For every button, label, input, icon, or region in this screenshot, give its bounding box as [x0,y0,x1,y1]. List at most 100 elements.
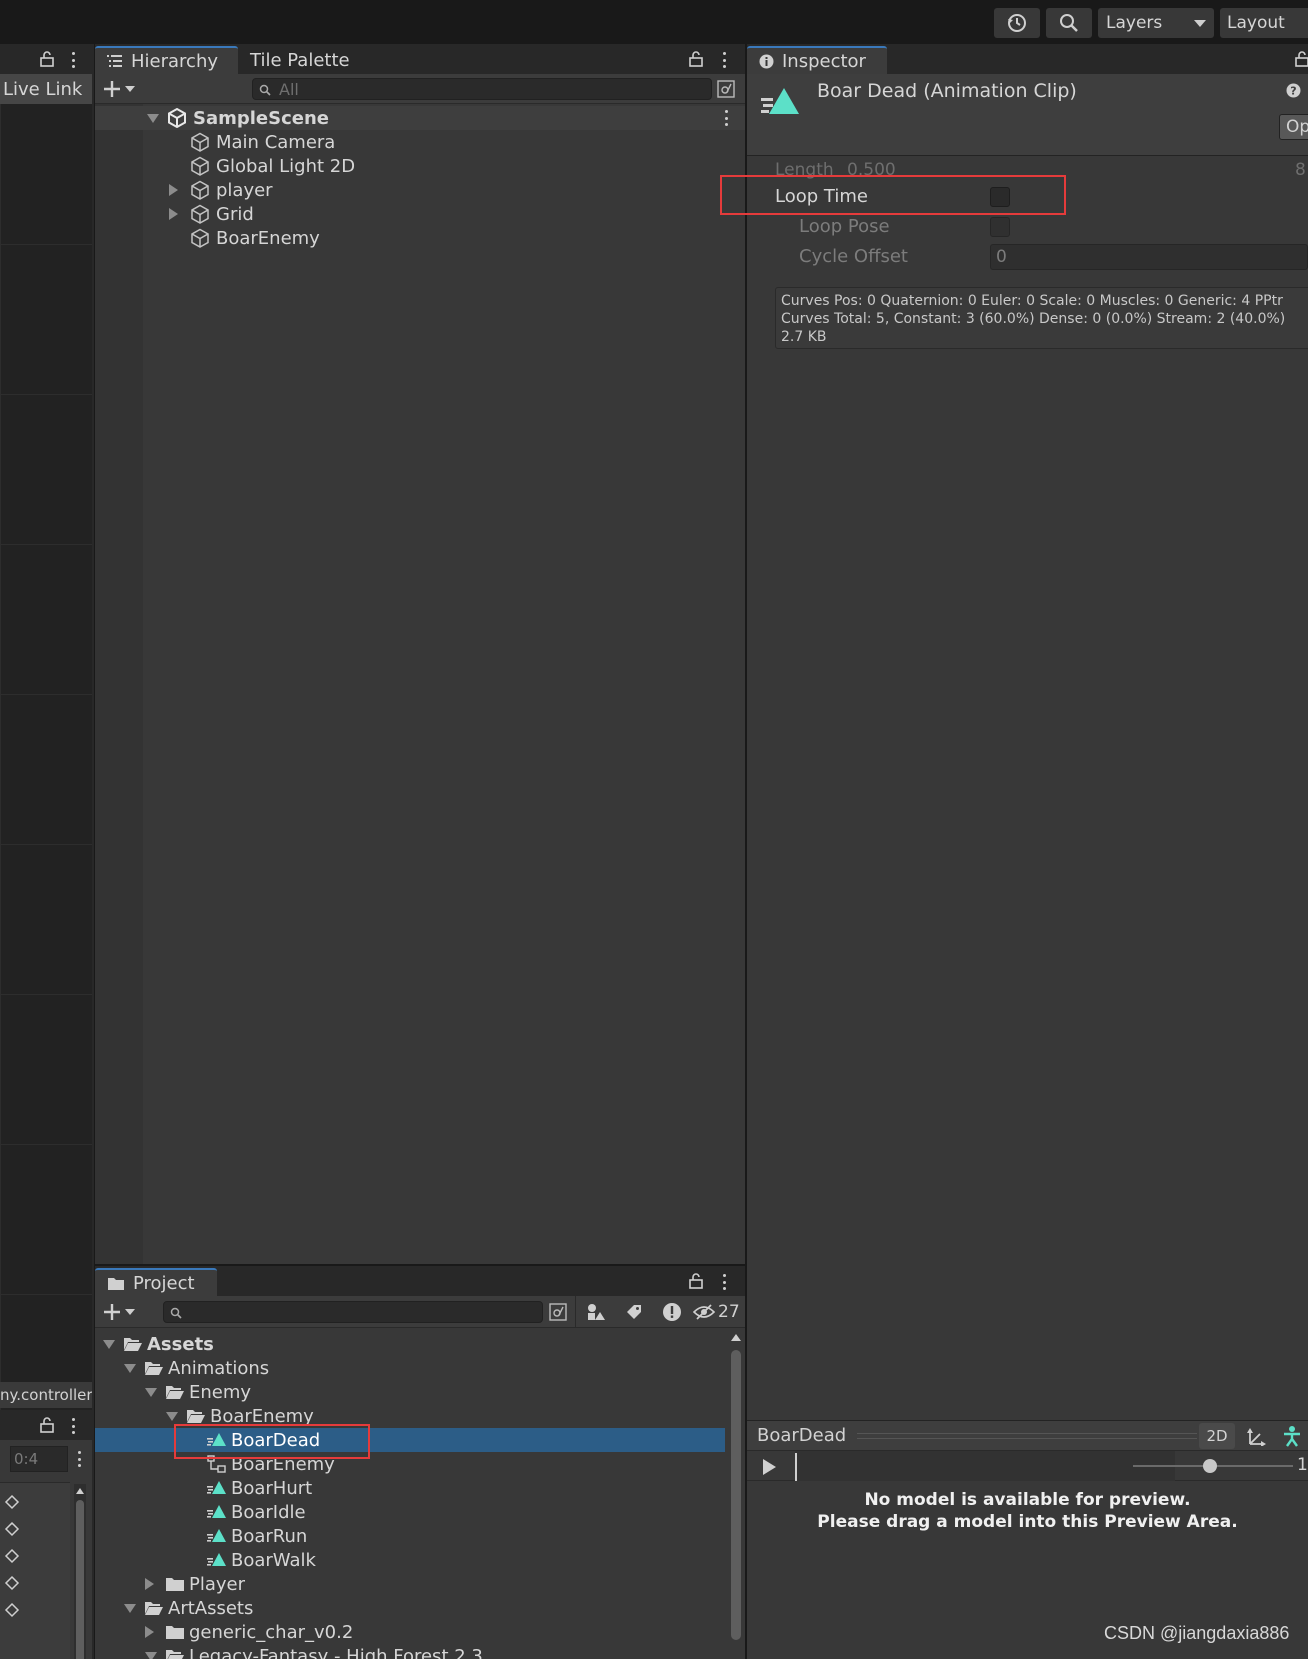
create-button[interactable] [103,78,141,100]
project-toolbar: 27 [95,1296,745,1328]
keyframe-diamonds[interactable] [4,1494,20,1624]
expand-arrow-icon[interactable] [169,208,178,220]
preview-drag-handle[interactable] [857,1433,1197,1439]
project-item-label: Animations [168,1357,270,1379]
collapse-arrow-icon[interactable] [145,1651,157,1659]
preview-panel: BoarDead 2D 1. No model is available for… [747,1420,1308,1659]
animation-tabstrip [0,1410,92,1440]
animation-clip-icon [761,86,801,118]
history-button[interactable] [994,8,1040,38]
project-search-input[interactable] [163,1301,543,1323]
hierarchy-toolbar: All [95,74,745,104]
scroll-up-icon[interactable] [76,1488,84,1494]
filter-by-label-icon[interactable] [619,1300,649,1324]
project-item-label: BoarRun [231,1525,308,1547]
layers-dropdown[interactable]: Layers [1098,8,1214,38]
project-tree-item[interactable]: BoarIdle [95,1500,725,1524]
gameobject-cube-icon [190,204,210,224]
hierarchy-item[interactable]: Global Light 2D [95,154,745,178]
lock-icon[interactable] [687,49,705,69]
project-tree-item[interactable]: Legacy-Fantasy - High Forest 2.3 [95,1644,725,1659]
length-right-value: 8 [1295,160,1306,180]
tab-hierarchy[interactable]: Hierarchy [95,46,238,74]
lock-icon[interactable] [687,1271,705,1291]
project-tree-item[interactable]: BoarRun [95,1524,725,1548]
avatar-preview-icon[interactable] [1277,1424,1307,1448]
layout-dropdown[interactable]: Layout [1220,8,1308,38]
collapse-arrow-icon[interactable] [166,1411,178,1421]
project-tree-item[interactable]: Assets [95,1332,725,1356]
lock-icon[interactable] [38,1415,56,1435]
more-options-icon[interactable] [68,51,78,69]
speed-slider-thumb[interactable] [1203,1459,1217,1473]
timeline-cursor[interactable] [795,1453,797,1481]
project-tree-item[interactable]: BoarWalk [95,1548,725,1572]
tab-project[interactable]: Project [95,1268,217,1296]
hierarchy-item[interactable]: player [95,178,745,202]
more-options-icon[interactable] [721,109,731,127]
project-tree-item[interactable]: Animations [95,1356,725,1380]
cycle-offset-field[interactable]: 0 [990,244,1308,270]
hierarchy-item[interactable]: Grid [95,202,745,226]
expand-arrow-icon[interactable] [145,1578,154,1590]
filter-by-type-icon[interactable] [581,1300,611,1324]
create-asset-button[interactable] [103,1301,141,1323]
open-button[interactable]: Op [1279,114,1308,140]
scene-search-icon[interactable] [547,1302,569,1322]
hidden-packages-toggle[interactable]: 27 [693,1300,743,1324]
expand-arrow-icon[interactable] [147,113,159,123]
hierarchy-item[interactable]: Main Camera [95,130,745,154]
project-tree-item[interactable]: Enemy [95,1380,725,1404]
hierarchy-tabstrip: Hierarchy Tile Palette [95,44,745,74]
project-tree-item[interactable]: generic_char_v0.2 [95,1620,725,1644]
plus-icon [104,1304,120,1320]
scroll-thumb[interactable] [731,1350,741,1640]
collapse-arrow-icon[interactable] [145,1387,157,1397]
more-options-icon[interactable] [719,1273,729,1291]
controller-path: ny.controller [0,1382,92,1408]
plus-icon [104,81,120,97]
collapse-arrow-icon[interactable] [124,1603,136,1613]
animator-graph[interactable] [0,104,92,1410]
expand-arrow-icon[interactable] [145,1626,154,1638]
project-tree-item[interactable]: ArtAssets [95,1596,725,1620]
frame-field[interactable]: 0:4 [10,1446,68,1472]
help-icon[interactable]: ? [1285,82,1301,98]
more-options-icon[interactable] [68,1417,78,1435]
lock-icon[interactable] [1295,49,1308,69]
collapse-arrow-icon[interactable] [124,1363,136,1373]
boardead-highlight-box [174,1424,370,1459]
tab-tile-palette[interactable]: Tile Palette [238,46,362,74]
scroll-thumb[interactable] [76,1500,84,1659]
pivot-icon[interactable] [1241,1424,1271,1448]
tab-inspector[interactable]: Inspector [747,46,887,74]
warning-filter-icon[interactable] [657,1300,687,1324]
lock-icon[interactable] [38,49,56,69]
hierarchy-item[interactable]: BoarEnemy [95,226,745,250]
folder-open-icon [123,1336,143,1352]
mode-2d-button[interactable]: 2D [1199,1423,1235,1449]
more-options-icon[interactable] [74,1450,84,1468]
scroll-up-icon[interactable] [731,1334,741,1341]
animation-clip-icon [207,1480,227,1496]
vertical-scrollbar[interactable] [74,1484,86,1659]
scene-search-icon[interactable] [716,79,736,99]
frame-field-value: 0:4 [14,1450,39,1468]
project-item-label: generic_char_v0.2 [189,1621,354,1643]
play-icon[interactable] [763,1459,776,1475]
project-tree-item[interactable]: Player [95,1572,725,1596]
expand-arrow-icon[interactable] [169,184,178,196]
more-options-icon[interactable] [719,51,729,69]
hierarchy-item-label: Grid [216,203,254,225]
live-link-button[interactable]: Live Link [0,74,92,104]
tab-tile-palette-label: Tile Palette [250,49,350,71]
preview-message-line: No model is available for preview. [864,1490,1191,1510]
search-button[interactable] [1046,8,1092,38]
preview-timeline[interactable] [795,1451,1175,1481]
hierarchy-search-input[interactable]: All [252,78,712,100]
project-scrollbar[interactable] [727,1332,743,1659]
project-tree-item[interactable]: BoarHurt [95,1476,725,1500]
scene-row[interactable]: SampleScene [95,106,745,130]
loop-pose-checkbox[interactable] [990,217,1010,237]
collapse-arrow-icon[interactable] [103,1339,115,1349]
